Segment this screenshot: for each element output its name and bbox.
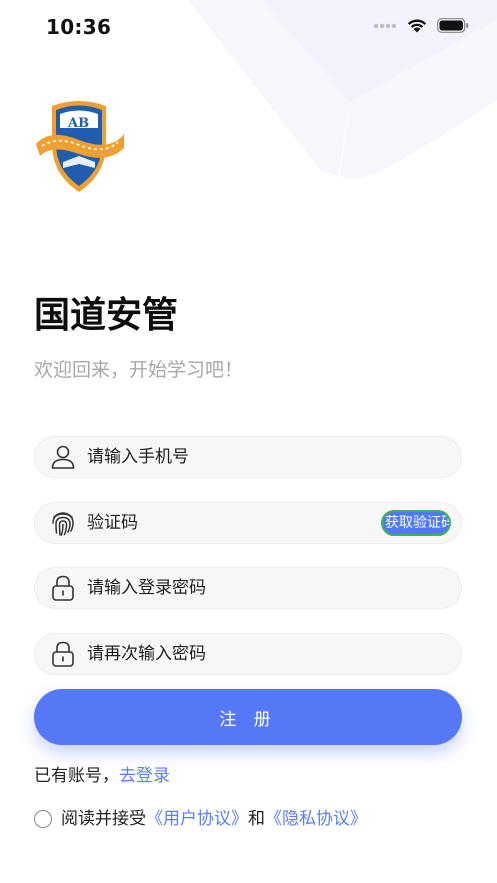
agreement-conjunction: 和 [248,809,265,829]
status-icons [373,18,469,33]
login-prompt-text: 已有账号， [34,766,119,786]
agreement-prefix: 阅读并接受 [61,809,146,829]
code-field[interactable]: 获取验证码 [34,502,462,544]
battery-icon [437,18,469,33]
password-confirm-field[interactable] [34,633,462,675]
privacy-policy-link[interactable]: 《隐私协议》 [265,806,367,832]
login-prompt: 已有账号，去登录 [34,763,170,789]
agreement-row: 阅读并接受 《用户协议》 和 《隐私协议》 [34,806,367,832]
user-agreement-link[interactable]: 《用户协议》 [146,806,248,832]
status-bar: 10:36 [0,0,497,56]
go-login-link[interactable]: 去登录 [119,766,170,786]
lock-icon [48,639,78,669]
phone-input[interactable] [87,437,461,477]
user-icon [48,442,78,472]
fingerprint-icon [48,508,78,538]
password-confirm-input[interactable] [87,634,461,674]
lock-icon [48,573,78,603]
agreement-checkbox[interactable] [34,810,52,828]
wifi-icon [407,19,427,33]
welcome-subtitle: 欢迎回来，开始学习吧！ [34,359,244,381]
get-code-button[interactable]: 获取验证码 [381,510,451,536]
app-logo: AB [30,98,128,196]
phone-field[interactable] [34,436,462,478]
password-field[interactable] [34,567,462,609]
app-title: 国道安管 [34,295,179,336]
logo-letters: AB [67,116,89,131]
password-input[interactable] [87,568,461,608]
signal-dots-icon [373,23,397,28]
register-button[interactable]: 注 册 [34,689,462,745]
status-time: 10:36 [46,15,112,39]
